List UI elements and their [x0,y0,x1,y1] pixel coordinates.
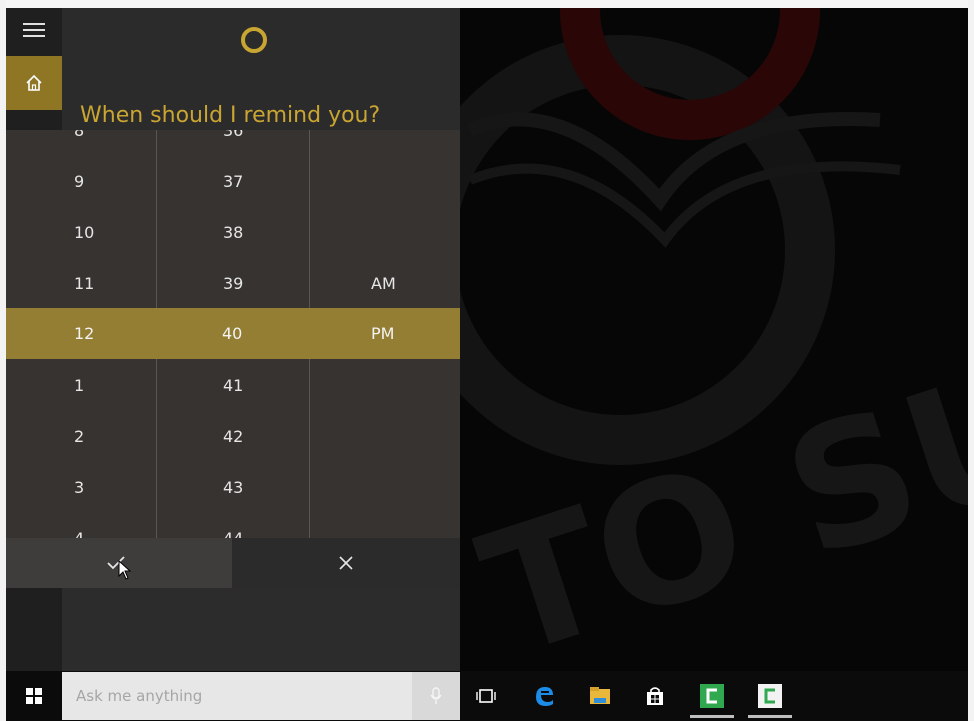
hour-cell[interactable]: 9 [74,156,84,207]
store-icon [647,687,663,705]
minute-cell[interactable]: 39 [223,258,243,309]
camtasia-icon [758,684,782,708]
selected-hour[interactable]: 12 [74,308,94,359]
hour-cell[interactable]: 8 [74,130,84,156]
hour-cell[interactable]: 3 [74,462,84,513]
start-button[interactable] [6,671,62,721]
hour-cell[interactable]: 11 [74,258,94,309]
cortana-ring-icon [241,27,267,53]
mouse-cursor-icon [118,560,132,580]
right-border [968,0,974,721]
edge-button[interactable] [520,675,568,717]
minute-cell[interactable]: 42 [223,411,243,462]
hour-cell[interactable]: 2 [74,411,84,462]
camtasia-button-1[interactable] [688,675,736,718]
close-icon [339,556,353,570]
windows-start-icon [26,688,42,704]
selected-time-row[interactable]: 12 40 PM [6,308,460,359]
selected-period[interactable]: PM [371,308,394,359]
microphone-icon [430,687,442,704]
camtasia-icon [700,684,724,708]
top-border [0,0,974,8]
reminder-prompt: When should I remind you? [80,103,381,128]
task-view-icon [476,689,496,703]
accept-button[interactable] [6,538,232,588]
hamburger-menu-icon [23,23,45,37]
minute-cell[interactable]: 44 [223,513,243,538]
search-input[interactable]: Ask me anything [62,672,412,720]
home-icon [26,74,42,91]
store-button[interactable] [631,675,679,717]
microphone-button[interactable] [412,672,460,720]
minute-cell[interactable]: 43 [223,462,243,513]
task-view-button[interactable] [462,675,510,717]
minute-cell[interactable]: 41 [223,360,243,411]
hour-cell[interactable]: 1 [74,360,84,411]
hour-cell[interactable]: 10 [74,207,94,258]
home-button[interactable] [6,56,62,110]
file-explorer-button[interactable] [576,675,624,717]
camtasia-button-2[interactable] [746,675,794,718]
period-cell-am[interactable]: AM [371,258,396,309]
minute-cell[interactable]: 36 [223,130,243,156]
cancel-button[interactable] [232,538,460,588]
hour-cell[interactable]: 4 [74,513,84,538]
hamburger-menu-button[interactable] [6,10,62,50]
cortana-lower-area [62,588,460,671]
edge-browser-icon [536,687,553,706]
minute-cell[interactable]: 37 [223,156,243,207]
selected-minute[interactable]: 40 [222,308,242,359]
minute-cell[interactable]: 38 [223,207,243,258]
file-explorer-icon [590,687,610,704]
